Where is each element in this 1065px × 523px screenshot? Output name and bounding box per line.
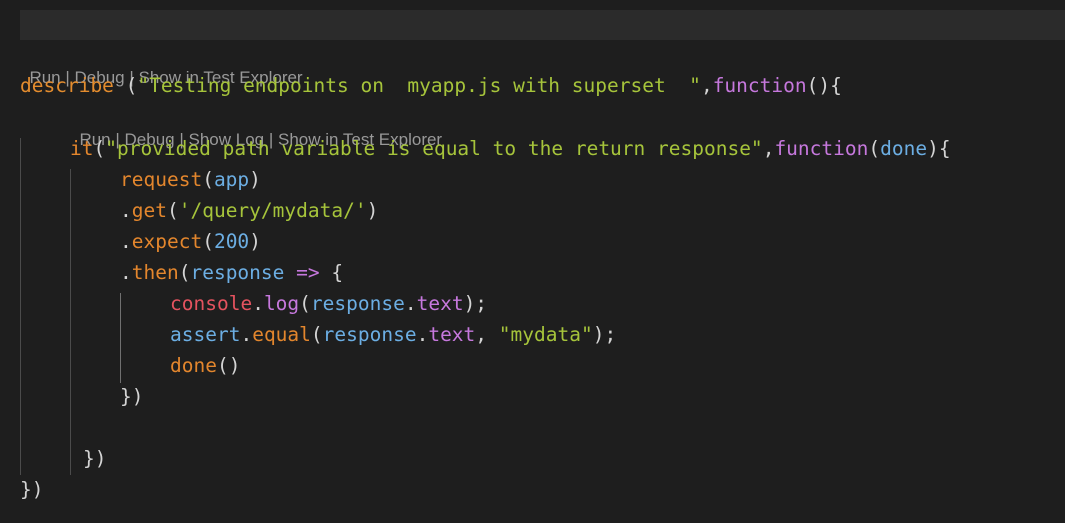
- indent-guide: [20, 138, 21, 475]
- function-request: request: [120, 168, 203, 191]
- function-done: done: [170, 354, 217, 377]
- parameter-response: response: [190, 261, 285, 284]
- identifier-response: response: [322, 323, 417, 346]
- codelens-describe: Run | Debug | Show in Test Explorer: [20, 45, 302, 87]
- identifier-console: console: [170, 292, 253, 315]
- code-line-close-then[interactable]: }): [120, 381, 143, 412]
- punctuation: ){: [927, 137, 951, 160]
- identifier-assert: assert: [170, 323, 241, 346]
- punctuation: );: [463, 292, 488, 315]
- keyword-function: function: [774, 137, 869, 160]
- punctuation: ): [366, 199, 379, 222]
- keyword-it: it: [70, 137, 94, 160]
- string-literal: '/query/mydata/': [178, 199, 367, 222]
- string-literal: "mydata": [498, 323, 593, 346]
- indent-guide: [70, 169, 71, 475]
- punctuation: (: [93, 137, 106, 160]
- code-line-console-log[interactable]: console.log(response.text);: [170, 288, 487, 319]
- method-equal: equal: [252, 323, 311, 346]
- editor-top-bar: [20, 10, 1065, 40]
- code-line-request[interactable]: request(app): [120, 164, 261, 195]
- punctuation: .: [416, 323, 429, 346]
- method-get: get: [131, 199, 167, 222]
- punctuation: ,: [700, 74, 713, 97]
- punctuation: .: [252, 292, 264, 315]
- code-line-expect[interactable]: .expect(200): [120, 226, 261, 257]
- punctuation: }): [20, 478, 44, 501]
- code-line-assert-equal[interactable]: assert.equal(response.text, "mydata");: [170, 319, 616, 350]
- keyword-describe: describe: [20, 74, 114, 97]
- punctuation: .: [120, 261, 132, 284]
- punctuation: (: [299, 292, 311, 315]
- method-expect: expect: [131, 230, 203, 253]
- punctuation: (: [178, 261, 191, 284]
- code-line-describe[interactable]: describe ("Testing endpoints on myapp.js…: [20, 70, 842, 101]
- code-line-get[interactable]: .get('/query/mydata/'): [120, 195, 378, 226]
- code-line-close-it[interactable]: }): [83, 443, 106, 474]
- number-literal: 200: [213, 230, 250, 253]
- punctuation: .: [404, 292, 417, 315]
- property-text: text: [428, 323, 476, 346]
- identifier-response: response: [310, 292, 405, 315]
- parameter-done: done: [880, 137, 928, 160]
- identifier-app: app: [213, 168, 250, 191]
- punctuation: (: [202, 168, 214, 191]
- punctuation: (): [216, 354, 241, 377]
- punctuation: (: [166, 199, 179, 222]
- string-literal: "Testing endpoints on myapp.js with supe…: [137, 74, 701, 97]
- code-line-it[interactable]: it("provided path variable is equal to t…: [70, 133, 951, 164]
- arrow-operator: =>: [284, 261, 332, 284]
- method-log: log: [263, 292, 300, 315]
- punctuation: );: [592, 323, 617, 346]
- punctuation: (: [868, 137, 881, 160]
- method-then: then: [131, 261, 179, 284]
- code-line-then[interactable]: .then(response => {: [120, 257, 343, 288]
- punctuation: {: [331, 261, 344, 284]
- punctuation: ): [249, 230, 261, 253]
- string-literal: "provided path variable is equal to the …: [105, 137, 763, 160]
- punctuation: .: [120, 199, 132, 222]
- punctuation: }): [83, 447, 107, 470]
- punctuation: (: [202, 230, 214, 253]
- punctuation: ,: [475, 323, 499, 346]
- punctuation: (: [310, 323, 323, 346]
- punctuation: .: [120, 230, 132, 253]
- keyword-function: function: [712, 74, 807, 97]
- code-line-done[interactable]: done(): [170, 350, 240, 381]
- indent-guide: [120, 293, 121, 383]
- punctuation: }): [120, 385, 144, 408]
- punctuation: (: [113, 74, 138, 97]
- punctuation: .: [240, 323, 253, 346]
- punctuation: ,: [762, 137, 775, 160]
- property-text: text: [416, 292, 464, 315]
- punctuation: ): [249, 168, 261, 191]
- code-line-close-describe[interactable]: }): [20, 474, 43, 505]
- punctuation: (){: [806, 74, 842, 97]
- codelens-it: Run | Debug | Show Log | Show in Test Ex…: [70, 107, 442, 149]
